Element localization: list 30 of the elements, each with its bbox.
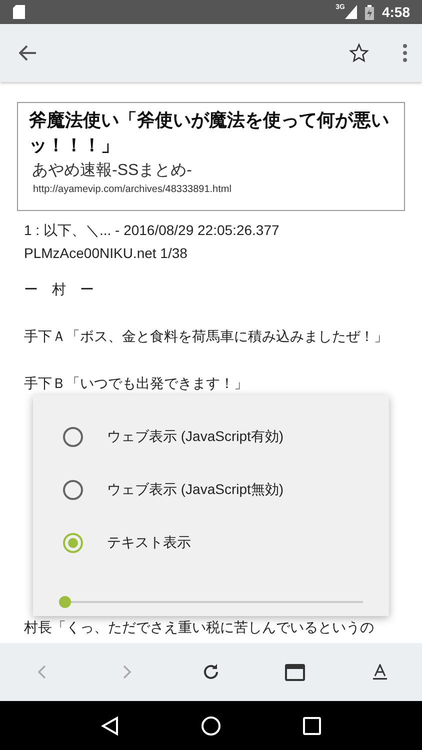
star-icon[interactable] (349, 43, 369, 63)
radio-option[interactable]: ウェブ表示 (JavaScript有効) (63, 410, 359, 463)
site-name: あやめ速報-SSまとめ- (32, 160, 193, 181)
body-text: 1 : 以下、＼... - 2016/08/29 22:05:26.377 (24, 221, 280, 240)
recents-icon[interactable] (303, 716, 321, 734)
home-icon[interactable] (201, 716, 221, 736)
slider[interactable] (59, 596, 363, 608)
body-text: 手下Ａ「ボス、金と食料を荷馬車に積み込みましたぜ！」 (24, 327, 389, 346)
body-text: ー 村 ー (24, 280, 95, 299)
radio-option[interactable]: テキスト表示 (63, 516, 359, 569)
article-url: http://ayamevip.com/archives/48333891.html (33, 183, 232, 197)
radio-button[interactable] (63, 426, 83, 446)
more-options-icon[interactable] (403, 44, 407, 62)
body-text: 村長「くっ、ただでさえ重い税に苦しんでいるというの (24, 618, 375, 637)
window-icon[interactable] (285, 664, 306, 680)
body-text: 手下Ｂ「いつでも出発できます！」 (24, 374, 249, 393)
signal-icon (344, 5, 357, 19)
reload-icon[interactable] (202, 663, 220, 681)
radio-button[interactable] (63, 532, 83, 552)
slider-thumb[interactable] (59, 596, 71, 608)
radio-button[interactable] (63, 480, 83, 500)
text-format-icon[interactable] (372, 664, 387, 680)
radio-option[interactable]: ウェブ表示 (JavaScript無効) (63, 463, 359, 516)
back-icon[interactable] (101, 716, 119, 736)
article-title: 斧魔法使い「斧使いが魔法を使って何が悪いッ！！！」 (29, 109, 390, 157)
battery-icon (364, 4, 374, 20)
clock: 4:58 (382, 2, 410, 22)
back-arrow-icon[interactable] (19, 45, 37, 61)
sd-card-icon (12, 4, 26, 20)
body-text: PLMzAce00NIKU.net 1/38 (24, 244, 188, 263)
